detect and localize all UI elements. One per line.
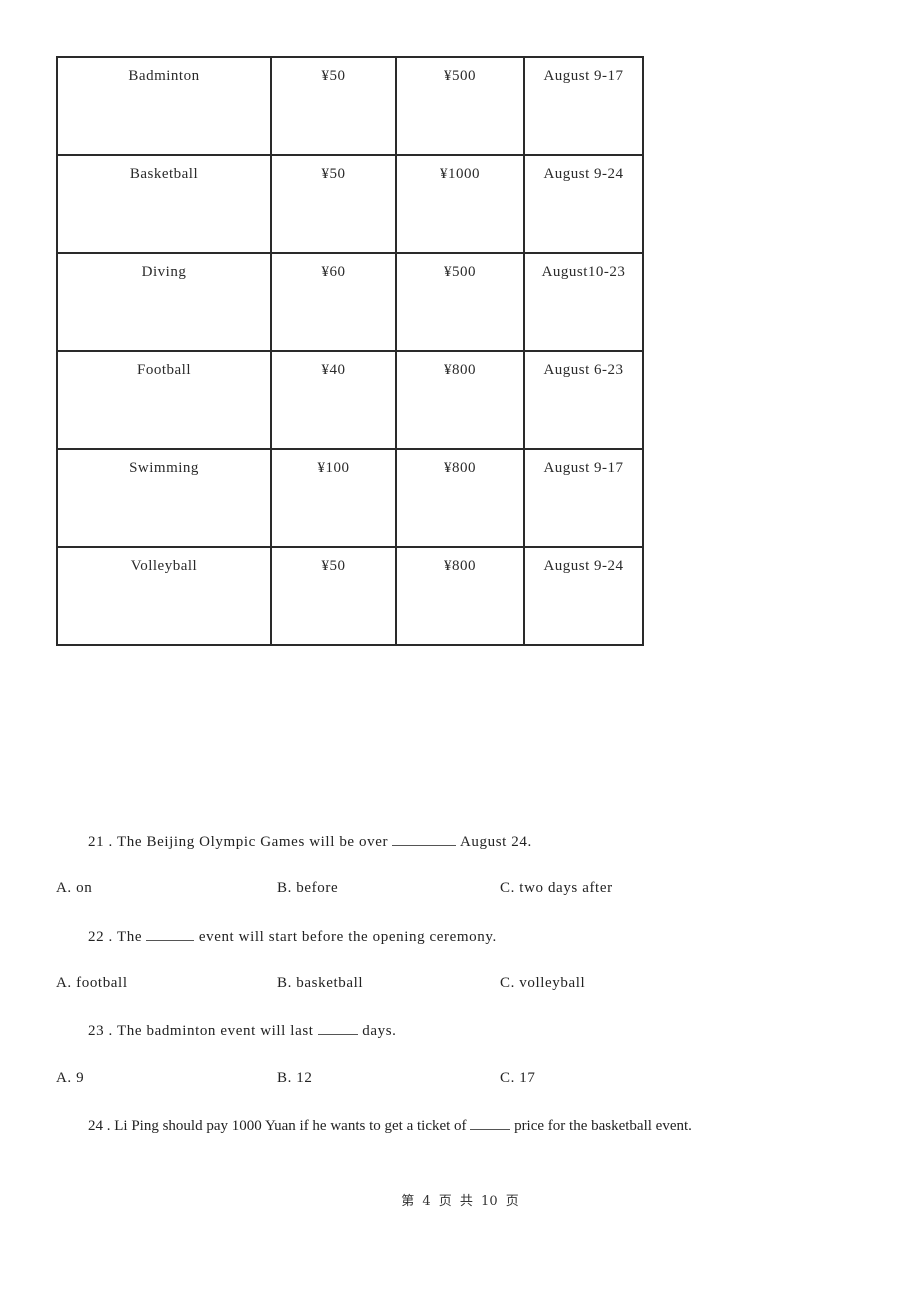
question-text-before: The badminton event will last bbox=[117, 1023, 314, 1039]
low-price-cell: ¥50 bbox=[270, 56, 397, 156]
question-number: 22 . bbox=[88, 929, 113, 945]
question-21-options: A. on B. before C. two days after bbox=[56, 880, 856, 900]
low-price-cell: ¥60 bbox=[270, 252, 397, 352]
option-c[interactable]: C. 17 bbox=[500, 1070, 536, 1087]
option-a[interactable]: A. football bbox=[56, 975, 128, 992]
answer-blank bbox=[392, 833, 457, 846]
dates-cell: August 9-24 bbox=[523, 154, 644, 254]
question-text-after: August 24. bbox=[459, 834, 532, 850]
event-name-cell: Swimming bbox=[56, 448, 272, 548]
event-name-cell: Football bbox=[56, 350, 272, 450]
question-number: 24 . bbox=[88, 1118, 111, 1134]
question-text-after: event will start before the opening cere… bbox=[198, 929, 497, 945]
low-price-cell: ¥50 bbox=[270, 154, 397, 254]
question-22: 22 . The event will start before the ope… bbox=[88, 928, 497, 946]
question-22-options: A. football B. basketball C. volleyball bbox=[56, 975, 856, 995]
high-price-cell: ¥1000 bbox=[395, 154, 525, 254]
question-23-options: A. 9 B. 12 C. 17 bbox=[56, 1070, 856, 1090]
option-b[interactable]: B. before bbox=[277, 880, 338, 897]
option-c[interactable]: C. volleyball bbox=[500, 975, 585, 992]
question-number: 23 . bbox=[88, 1023, 113, 1039]
question-number: 21 . bbox=[88, 834, 113, 850]
question-21: 21 . The Beijing Olympic Games will be o… bbox=[88, 833, 532, 851]
table-row: Volleyball ¥50 ¥800 August 9-24 bbox=[56, 546, 644, 646]
option-a[interactable]: A. 9 bbox=[56, 1070, 84, 1087]
event-name-cell: Volleyball bbox=[56, 546, 272, 646]
question-text-before: Li Ping should pay 1000 Yuan if he wants… bbox=[114, 1118, 467, 1134]
low-price-cell: ¥50 bbox=[270, 546, 397, 646]
table-row: Badminton ¥50 ¥500 August 9-17 bbox=[56, 56, 644, 156]
page-number-footer: 第 4 页 共 10 页 bbox=[401, 1194, 519, 1209]
option-b[interactable]: B. 12 bbox=[277, 1070, 313, 1087]
document-page: Badminton ¥50 ¥500 August 9-17 Basketbal… bbox=[0, 0, 920, 1302]
high-price-cell: ¥500 bbox=[395, 56, 525, 156]
question-text-after: days. bbox=[362, 1023, 397, 1039]
answer-blank bbox=[146, 928, 195, 941]
event-name-cell: Diving bbox=[56, 252, 272, 352]
dates-cell: August 9-17 bbox=[523, 448, 644, 548]
option-c[interactable]: C. two days after bbox=[500, 880, 613, 897]
question-text-after: price for the basketball event. bbox=[514, 1118, 692, 1134]
question-text-before: The Beijing Olympic Games will be over bbox=[117, 834, 389, 850]
low-price-cell: ¥100 bbox=[270, 448, 397, 548]
dates-cell: August10-23 bbox=[523, 252, 644, 352]
olympic-events-table: Badminton ¥50 ¥500 August 9-17 Basketbal… bbox=[56, 56, 644, 646]
answer-blank bbox=[317, 1022, 358, 1035]
event-name-cell: Basketball bbox=[56, 154, 272, 254]
dates-cell: August 6-23 bbox=[523, 350, 644, 450]
option-b[interactable]: B. basketball bbox=[277, 975, 363, 992]
dates-cell: August 9-17 bbox=[523, 56, 644, 156]
high-price-cell: ¥800 bbox=[395, 546, 525, 646]
question-23: 23 . The badminton event will last days. bbox=[88, 1022, 397, 1040]
answer-blank bbox=[470, 1117, 511, 1130]
high-price-cell: ¥500 bbox=[395, 252, 525, 352]
high-price-cell: ¥800 bbox=[395, 448, 525, 548]
table-row: Basketball ¥50 ¥1000 August 9-24 bbox=[56, 154, 644, 254]
low-price-cell: ¥40 bbox=[270, 350, 397, 450]
question-text-before: The bbox=[117, 929, 143, 945]
option-a[interactable]: A. on bbox=[56, 880, 92, 897]
table-row: Football ¥40 ¥800 August 6-23 bbox=[56, 350, 644, 450]
table-row: Swimming ¥100 ¥800 August 9-17 bbox=[56, 448, 644, 548]
question-24: 24 . Li Ping should pay 1000 Yuan if he … bbox=[88, 1117, 692, 1135]
event-name-cell: Badminton bbox=[56, 56, 272, 156]
dates-cell: August 9-24 bbox=[523, 546, 644, 646]
table-row: Diving ¥60 ¥500 August10-23 bbox=[56, 252, 644, 352]
high-price-cell: ¥800 bbox=[395, 350, 525, 450]
